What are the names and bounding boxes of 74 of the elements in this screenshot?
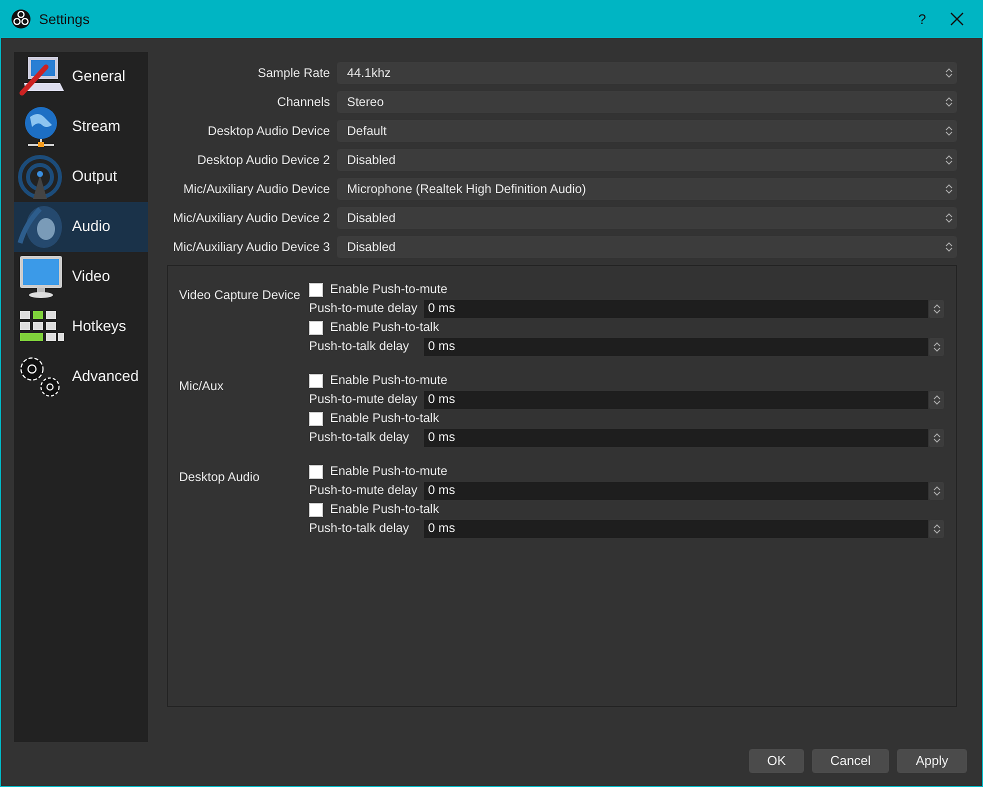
sidebar-item[interactable]: Video: [14, 252, 148, 302]
field-label: Push-to-talk delay: [309, 338, 410, 356]
spin-arrows-icon: [945, 67, 953, 79]
dropdown[interactable]: Disabled: [337, 236, 957, 258]
help-button[interactable]: ?: [918, 8, 926, 30]
sidebar-item[interactable]: Output: [14, 152, 148, 202]
checkbox[interactable]: [309, 320, 323, 334]
field-label: Desktop Audio Device: [206, 122, 331, 140]
field-label: Mic/Auxiliary Audio Device 3: [172, 238, 331, 256]
source-label: Video Capture Device: [179, 288, 300, 302]
checkbox[interactable]: [309, 282, 323, 296]
field-label: Desktop Audio Device 2: [196, 152, 331, 169]
field-label: Sample Rate: [256, 64, 331, 82]
sidebar-item[interactable]: General: [14, 52, 148, 102]
checkbox-label: Enable Push-to-talk: [330, 501, 440, 518]
apply-button[interactable]: Apply: [897, 749, 967, 773]
source-label: Desktop Audio: [179, 470, 260, 484]
spin-arrows-icon: [945, 125, 953, 137]
spin-button[interactable]: [929, 338, 944, 356]
delay-field[interactable]: 0 ms: [424, 338, 928, 356]
delay-field[interactable]: 0 ms: [424, 390, 928, 408]
sidebar-item[interactable]: Hotkeys: [14, 302, 148, 352]
checkbox-label: Enable Push-to-mute: [330, 463, 448, 480]
field-label: Mic/Auxiliary Audio Device: [182, 180, 331, 198]
spin-button[interactable]: [929, 520, 944, 538]
field-label: Push-to-mute delay: [309, 391, 418, 408]
dropdown[interactable]: Disabled: [337, 149, 957, 171]
spin-arrows-icon: [932, 394, 940, 406]
sidebar-item[interactable]: Audio: [14, 202, 148, 252]
field-label: Mic/Auxiliary Audio Device 2: [172, 210, 331, 227]
delay-field[interactable]: 0 ms: [424, 300, 928, 318]
checkbox[interactable]: [309, 374, 323, 388]
spin-arrows-icon: [932, 484, 940, 496]
spin-arrows-icon: [945, 183, 953, 195]
field-label: Channels: [276, 94, 331, 111]
field-label: Push-to-mute delay: [309, 482, 418, 500]
spin-arrows-icon: [932, 522, 940, 534]
spin-button[interactable]: [929, 428, 944, 446]
logo-icon: [11, 9, 31, 29]
window-title: Settings: [39, 10, 90, 29]
spin-arrows-icon: [945, 241, 953, 253]
field-label: Push-to-talk delay: [309, 520, 410, 538]
dropdown[interactable]: Stereo: [337, 91, 957, 113]
spin-button[interactable]: [929, 390, 944, 408]
checkbox-label: Enable Push-to-talk: [330, 319, 440, 336]
spin-button[interactable]: [929, 482, 944, 500]
dropdown[interactable]: Default: [337, 120, 957, 142]
spin-arrows-icon: [945, 96, 953, 108]
ok-button[interactable]: OK: [749, 749, 804, 773]
spin-arrows-icon: [932, 340, 940, 352]
spin-arrows-icon: [932, 302, 940, 314]
spin-button[interactable]: [929, 300, 944, 318]
checkbox-label: Enable Push-to-mute: [330, 281, 448, 298]
delay-field[interactable]: 0 ms: [424, 520, 928, 538]
checkbox-label: Enable Push-to-talk: [330, 410, 440, 428]
spin-arrows-icon: [932, 432, 940, 444]
dropdown[interactable]: Microphone (Realtek High Definition Audio): [337, 178, 957, 200]
dropdown[interactable]: 44.1khz: [337, 62, 957, 84]
field-label: Push-to-mute delay: [309, 300, 418, 318]
close-icon[interactable]: [950, 12, 964, 26]
cancel-button[interactable]: Cancel: [812, 749, 889, 773]
sidebar-item[interactable]: Advanced: [14, 352, 148, 402]
spin-arrows-icon: [945, 212, 953, 224]
checkbox[interactable]: [309, 502, 323, 516]
field-label: Push-to-talk delay: [309, 429, 410, 446]
sidebar-item[interactable]: Stream: [14, 102, 148, 152]
dropdown[interactable]: Disabled: [337, 207, 957, 229]
checkbox[interactable]: [309, 412, 323, 426]
delay-field[interactable]: 0 ms: [424, 482, 928, 500]
spin-arrows-icon: [945, 154, 953, 166]
checkbox[interactable]: [309, 464, 323, 478]
checkbox-label: Enable Push-to-mute: [330, 372, 448, 390]
delay-field[interactable]: 0 ms: [424, 428, 928, 446]
source-label: Mic/Aux: [179, 379, 224, 393]
